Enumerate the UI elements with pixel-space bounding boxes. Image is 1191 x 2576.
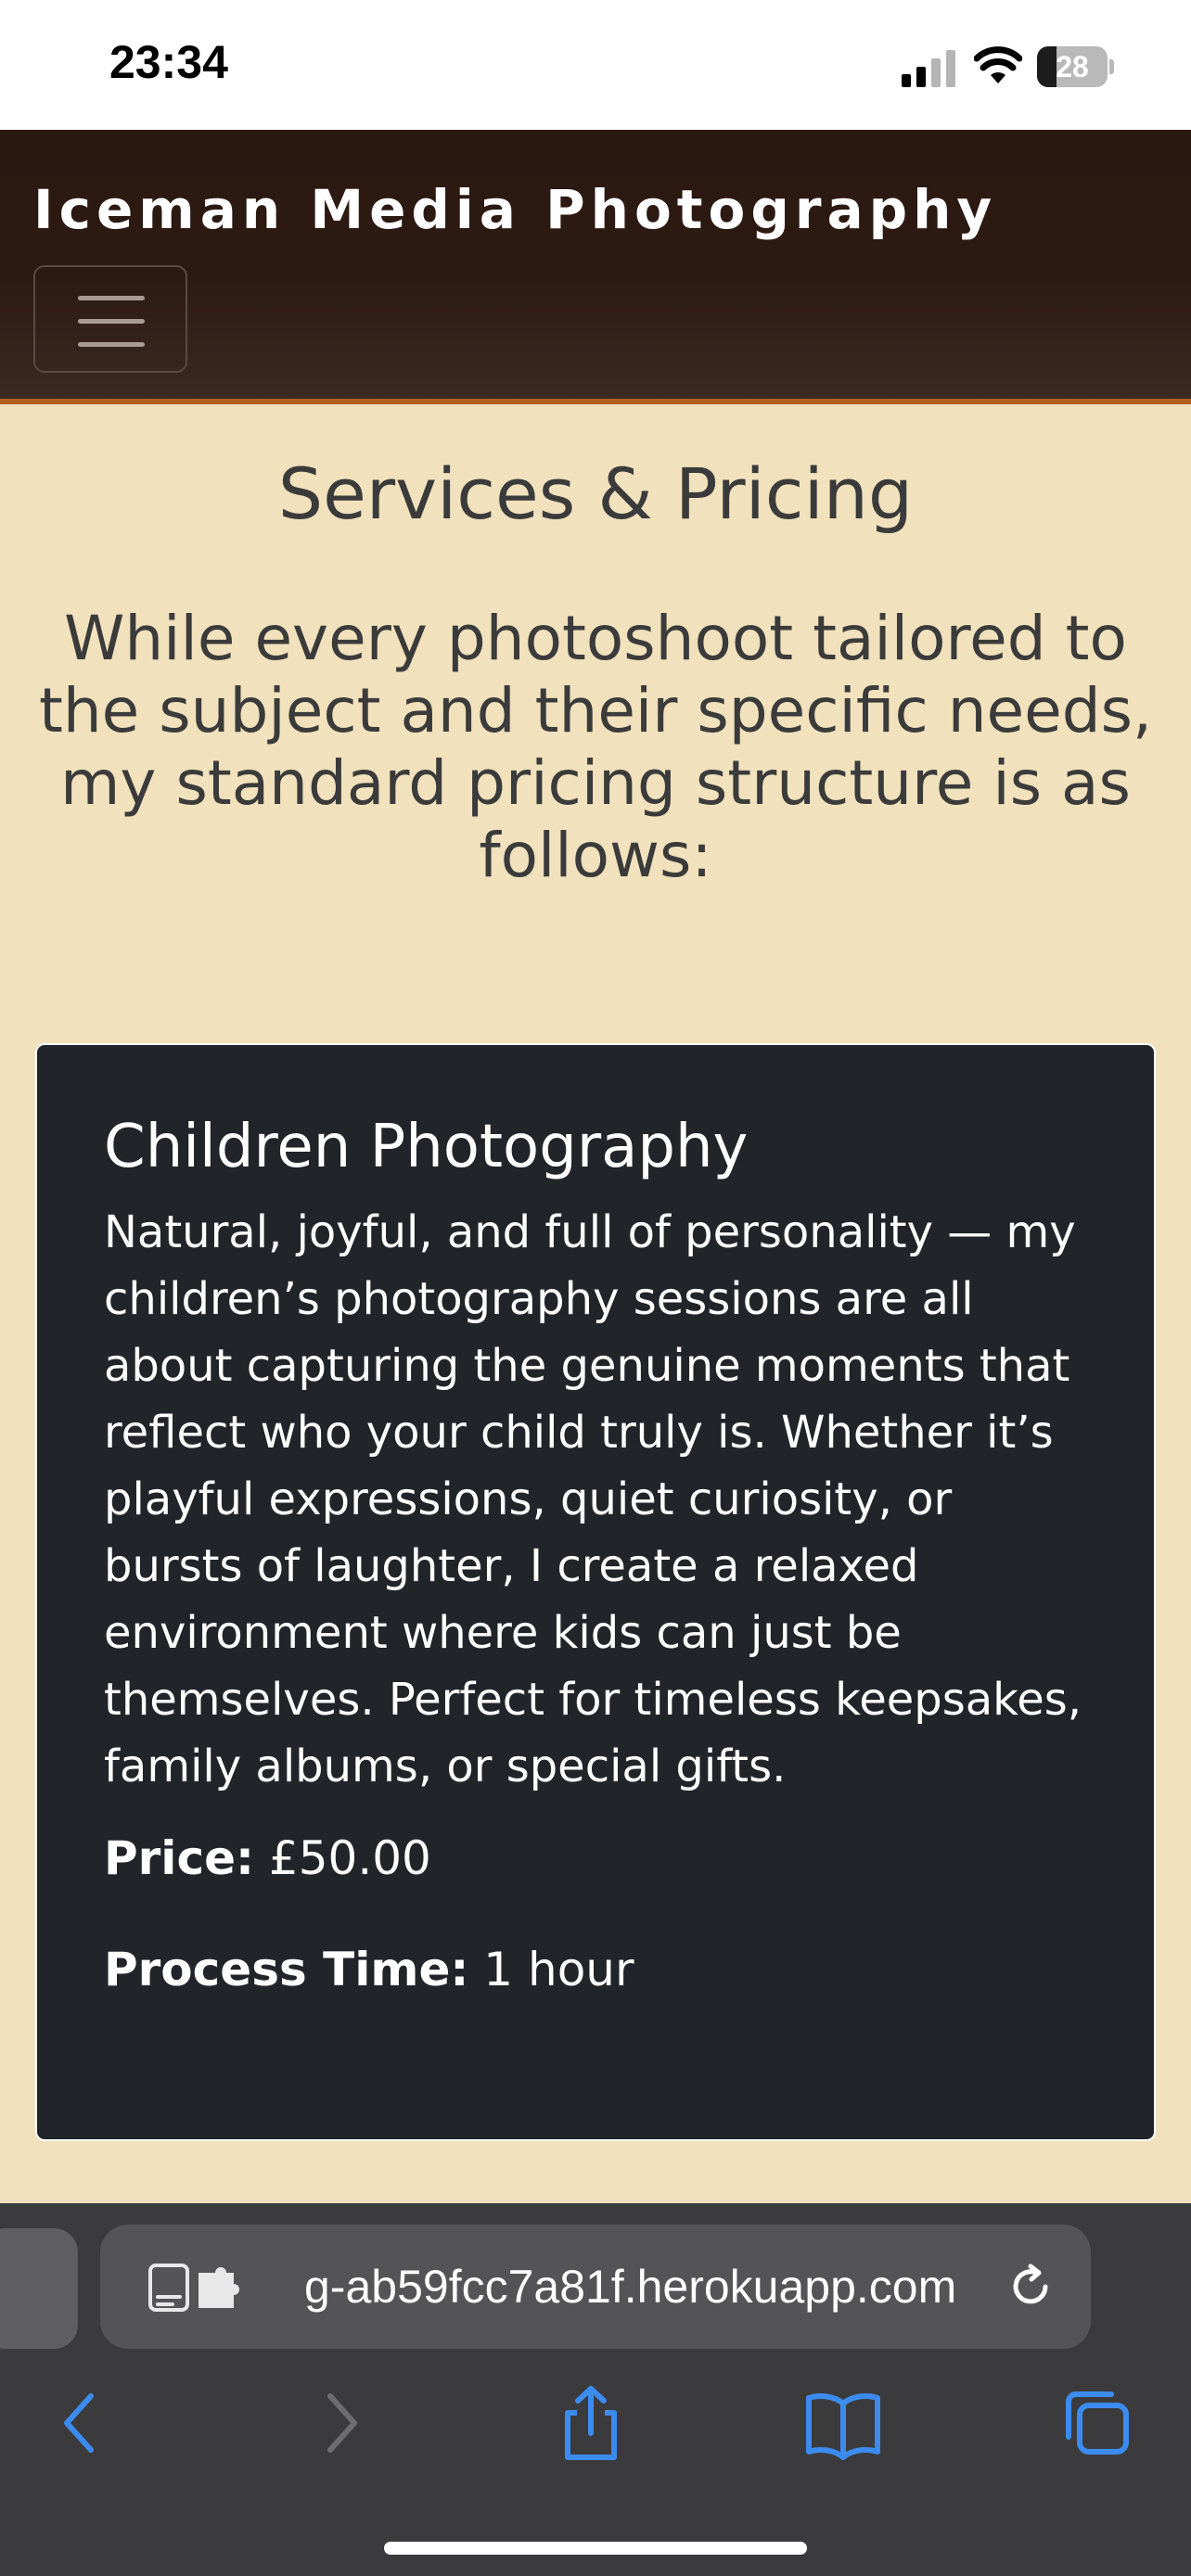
- status-bar: 23:34 28: [0, 0, 1191, 130]
- service-price: Price: £50.00: [104, 1826, 1087, 1891]
- previous-tab-preview[interactable]: [0, 2228, 78, 2349]
- process-time-value: 1 hour: [483, 1943, 634, 1996]
- service-card: Children Photography Natural, joyful, an…: [35, 1043, 1156, 2141]
- nav-toggle-button[interactable]: [33, 265, 187, 373]
- address-bar[interactable]: g-ab59fcc7a81f.herokuapp.com: [100, 2225, 1091, 2349]
- battery-level: 28: [1056, 50, 1089, 83]
- service-description: Natural, joyful, and full of personality…: [104, 1206, 1082, 1792]
- intro-text: While every photoshoot tailored to the s…: [38, 603, 1153, 891]
- price-label: Price:: [104, 1831, 254, 1885]
- brand-link[interactable]: Iceman Media Photography: [33, 178, 997, 241]
- back-icon[interactable]: [39, 2381, 122, 2465]
- service-process-time: Process Time: 1 hour: [104, 1937, 1087, 2002]
- page-title: Services & Pricing: [277, 453, 914, 535]
- page-menu-icon[interactable]: [148, 2264, 241, 2314]
- home-indicator: [384, 2542, 807, 2555]
- price-value: £50.00: [268, 1831, 431, 1885]
- process-time-label: Process Time:: [104, 1943, 469, 1996]
- cellular-signal-icon: [902, 50, 955, 87]
- bookmarks-icon[interactable]: [801, 2381, 885, 2465]
- url-text: g-ab59fcc7a81f.herokuapp.com: [304, 2261, 957, 2313]
- battery-icon: 28: [1037, 46, 1115, 87]
- reload-icon[interactable]: [1005, 2262, 1056, 2312]
- tabs-icon[interactable]: [1056, 2381, 1139, 2465]
- wifi-icon: [974, 46, 1022, 83]
- share-icon[interactable]: [549, 2381, 633, 2465]
- status-time: 23:34: [109, 36, 228, 88]
- site-navbar: Iceman Media Photography: [0, 130, 1191, 404]
- service-title: Children Photography: [104, 1113, 749, 1181]
- browser-toolbar: g-ab59fcc7a81f.herokuapp.com: [0, 2203, 1191, 2576]
- forward-icon[interactable]: [299, 2381, 382, 2465]
